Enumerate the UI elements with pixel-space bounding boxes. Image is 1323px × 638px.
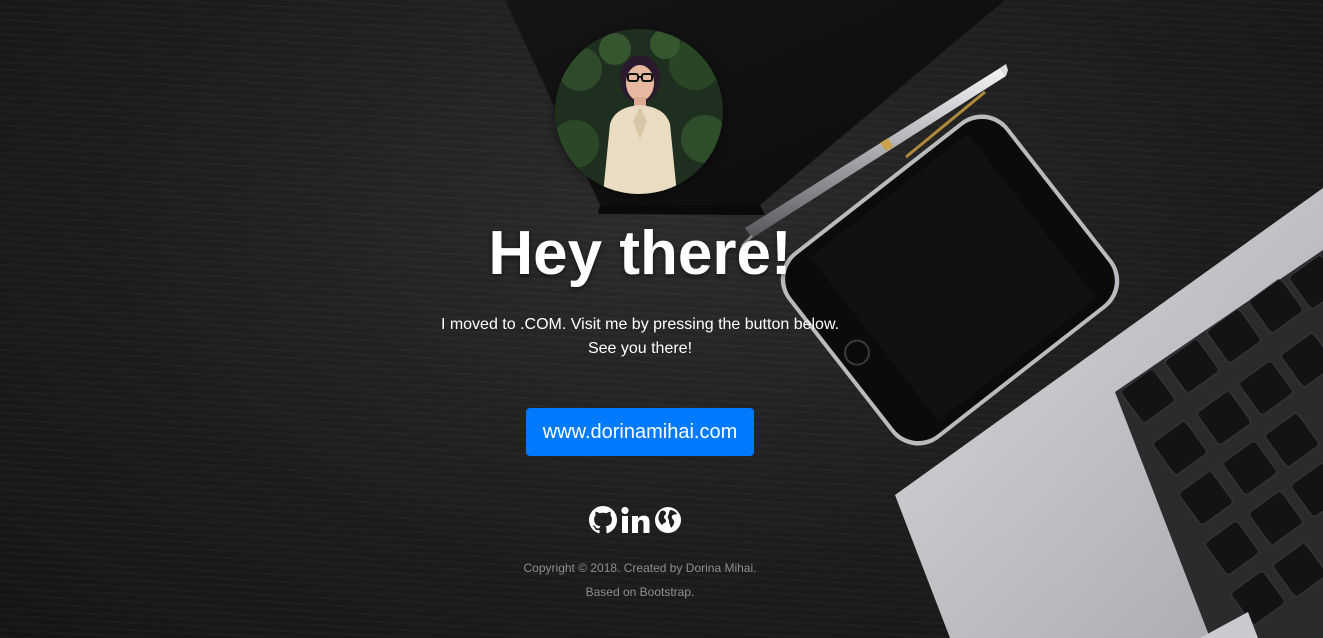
footer: Copyright © 2018. Created by Dorina Miha…	[0, 556, 1280, 604]
intro-message-line-2: See you there!	[587, 340, 693, 357]
hero-section: Hey there! I moved to .COM. Visit me by …	[0, 0, 1323, 638]
github-link[interactable]	[588, 504, 618, 536]
based-on-text: Based on Bootstrap.	[585, 585, 695, 599]
intro-message: I moved to .COM. Visit me by pressing th…	[0, 313, 1280, 361]
copyright-text: Copyright © 2018. Created by Dorina Miha…	[523, 561, 757, 575]
website-link[interactable]	[652, 504, 684, 536]
intro-message-line-1: I moved to .COM. Visit me by pressing th…	[440, 316, 840, 333]
linkedin-icon	[621, 506, 650, 533]
visit-website-button[interactable]: www.dorinamihai.com	[526, 408, 754, 456]
linkedin-link[interactable]	[618, 504, 652, 536]
globe-icon	[655, 507, 681, 533]
page-title: Hey there!	[488, 219, 792, 288]
github-icon	[589, 506, 617, 534]
social-links	[588, 504, 684, 536]
avatar	[555, 29, 723, 194]
